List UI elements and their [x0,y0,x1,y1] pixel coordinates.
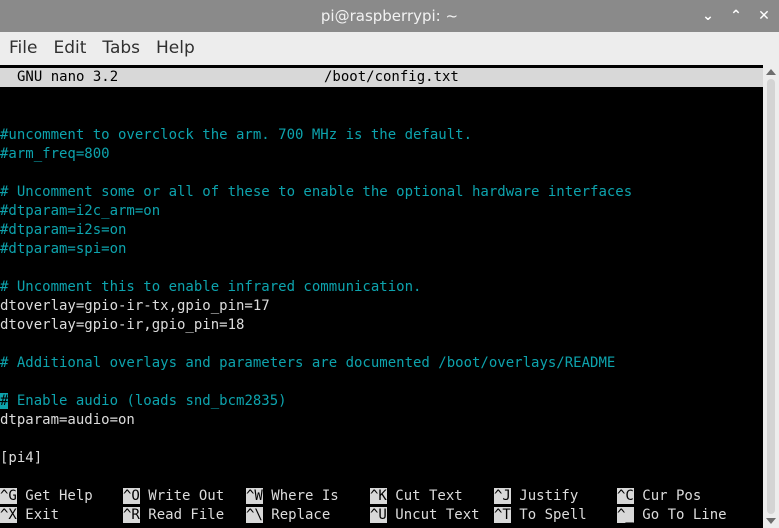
file-line: [pi4] [0,450,43,466]
menu-tabs[interactable]: Tabs [94,32,148,65]
maximize-icon[interactable]: ⌃ [727,6,745,26]
nano-header-bar: GNU nano 3.2 /boot/config.txt [0,68,763,87]
file-line: # Additional overlays and parameters are… [0,355,616,371]
shortcut-key: ^J [494,488,511,504]
file-line: #dtparam=i2s=on [0,222,127,238]
shortcut-label: Cut Text [386,488,463,504]
file-line: dtoverlay=gpio-ir,gpio_pin=18 [0,317,245,333]
shortcut-key: ^T [494,507,511,523]
scroll-up-icon[interactable] [766,69,776,75]
shortcut-key: ^G [0,488,17,504]
menu-edit[interactable]: Edit [45,32,94,65]
shortcut-item[interactable]: ^U Uncut Text [370,506,480,525]
shortcut-item[interactable]: ^G Get Help [0,487,93,506]
shortcut-key: ^\ [246,507,263,523]
window-title: pi@raspberrypi: ~ [320,7,459,25]
shortcut-item[interactable]: ^_ Go To Line [617,506,727,525]
shortcut-label: Write Out [139,488,225,504]
shortcut-key: ^U [370,507,387,523]
shortcut-item[interactable]: ^\ Replace [246,506,330,525]
shortcut-label: Exit [16,507,60,523]
file-line: #dtparam=i2c_arm=on [0,203,161,219]
file-line: # Enable audio (loads snd_bcm2835) [0,393,287,409]
terminal-window: pi@raspberrypi: ~ ⌄ ⌃ ✕ File Edit Tabs H… [0,0,779,528]
shortcut-item[interactable]: ^W Where Is [246,487,339,506]
shortcut-label: Uncut Text [386,507,480,523]
file-line: # Uncomment this to enable infrared comm… [0,279,422,295]
title-bar[interactable]: pi@raspberrypi: ~ ⌄ ⌃ ✕ [0,0,779,32]
scroll-track[interactable] [767,79,775,514]
file-line: #arm_freq=800 [0,146,110,162]
shortcut-item[interactable]: ^C Cur Pos [617,487,701,506]
terminal-area[interactable]: GNU nano 3.2 /boot/config.txt #uncomment… [0,65,763,528]
shortcut-label: Justify [510,488,579,504]
file-line: #dtparam=spi=on [0,241,127,257]
shortcut-key: ^W [246,488,263,504]
shortcut-label: Read File [139,507,225,523]
nano-version: GNU nano 3.2 [17,69,119,85]
minimize-icon[interactable]: ⌄ [699,6,717,26]
shortcut-label: Where Is [262,488,339,504]
shortcut-key: ^K [370,488,387,504]
shortcut-label: Replace [262,507,331,523]
shortcut-item[interactable]: ^R Read File [123,506,224,525]
window-controls: ⌄ ⌃ ✕ [699,0,773,32]
shortcut-item[interactable]: ^T To Spell [494,506,587,525]
shortcut-key: ^O [123,488,140,504]
shortcut-key: ^X [0,507,17,523]
file-line: # Uncomment some or all of these to enab… [0,184,633,200]
close-icon[interactable]: ✕ [755,6,773,26]
shortcut-item[interactable]: ^X Exit [0,506,59,525]
shortcut-item[interactable]: ^O Write Out [123,487,224,506]
shortcut-label: Cur Pos [633,488,702,504]
file-line: dtparam=audio=on [0,412,135,428]
menu-help[interactable]: Help [148,32,203,65]
shortcut-label: To Spell [510,507,587,523]
vertical-scrollbar[interactable] [763,65,779,528]
menu-file[interactable]: File [0,32,45,65]
shortcut-item[interactable]: ^J Justify [494,487,578,506]
text-cursor: # [0,393,9,409]
shortcut-key: ^R [123,507,140,523]
file-line: #uncomment to overclock the arm. 700 MHz… [0,127,473,143]
shortcut-label: Get Help [16,488,93,504]
nano-filename: /boot/config.txt [324,69,459,85]
shortcut-key: ^C [617,488,634,504]
shortcut-key: ^_ [617,507,634,523]
shortcut-item[interactable]: ^K Cut Text [370,487,463,506]
shortcut-label: Go To Line [633,507,727,523]
scroll-down-icon[interactable] [766,518,776,524]
file-line: dtoverlay=gpio-ir-tx,gpio_pin=17 [0,298,270,314]
menu-bar: File Edit Tabs Help [0,32,779,65]
